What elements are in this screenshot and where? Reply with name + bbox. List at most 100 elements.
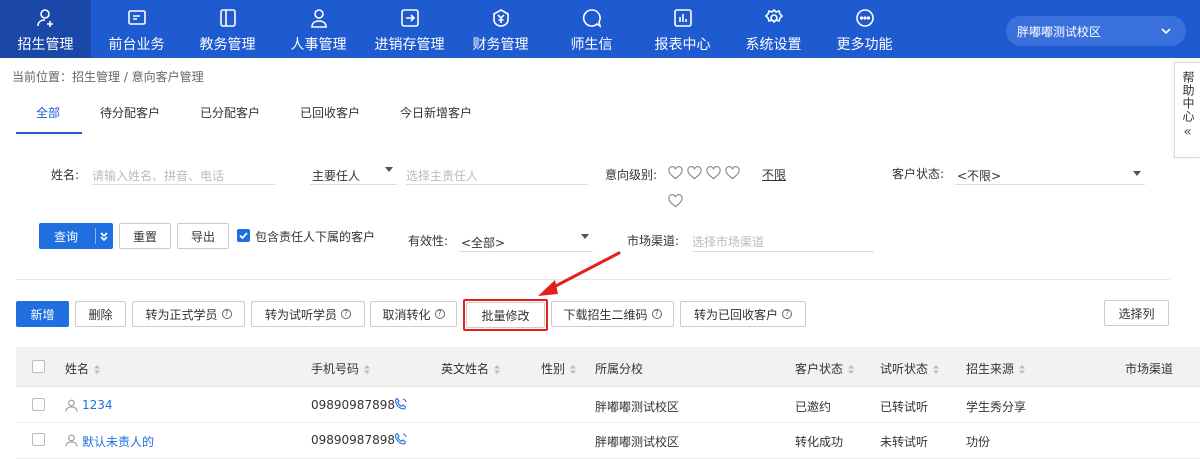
nav-label: 教务管理 <box>199 37 256 53</box>
to-trial-button[interactable]: 转为试听学员 ? <box>251 301 365 327</box>
owner-type-select[interactable]: 主要任人 <box>310 163 397 185</box>
sort-icon <box>848 365 855 374</box>
login-box-icon <box>400 9 419 27</box>
sort-icon <box>94 365 101 374</box>
campus-cell: 胖嘟嘟测试校区 <box>595 400 680 414</box>
sort-icon <box>494 365 501 374</box>
query-label: 查询 <box>54 229 79 244</box>
person-plus-icon <box>36 9 53 27</box>
help-label: 帮助中心 <box>1181 71 1195 123</box>
campus-cell: 胖嘟嘟测试校区 <box>595 435 680 449</box>
nav-item-finance[interactable]: 财务管理 <box>455 0 546 58</box>
table-row[interactable]: 默认未责人的 09890987898 胖嘟嘟测试校区 转化成功 未转试听 功份 <box>16 423 1200 459</box>
customer-status-cell: 已邀约 <box>795 400 832 414</box>
query-button[interactable]: 查询 <box>39 223 113 249</box>
source-cell: 学生秀分享 <box>966 400 1027 414</box>
delete-button[interactable]: 删除 <box>75 301 126 327</box>
nav-label: 师生信 <box>570 37 613 53</box>
trial-status-cell: 已转试听 <box>880 400 929 414</box>
col-customer-status[interactable]: 客户状态 <box>795 360 855 377</box>
nav-item-enrollment[interactable]: 招生管理 <box>0 0 91 58</box>
to-recycled-button[interactable]: 转为已回收客户 ? <box>680 301 806 327</box>
campus-selector[interactable]: 胖嘟嘟测试校区 <box>1006 16 1186 46</box>
more-circle-icon <box>855 9 874 27</box>
col-phone[interactable]: 手机号码 <box>311 360 371 377</box>
nav-label: 招生管理 <box>17 37 74 53</box>
intent-level-rating[interactable] <box>668 166 740 180</box>
heart-icon[interactable] <box>725 166 740 180</box>
sort-icon <box>364 365 371 374</box>
heart-icon[interactable] <box>668 166 683 180</box>
sort-icon <box>570 365 577 374</box>
add-button[interactable]: 新增 <box>16 301 69 327</box>
book-icon <box>219 9 236 27</box>
nav-label: 前台业务 <box>108 37 165 53</box>
help-center-tab[interactable]: 帮助中心 « <box>1174 62 1200 158</box>
phone-call-icon[interactable] <box>394 397 408 411</box>
channel-label: 市场渠道: <box>627 234 680 248</box>
col-trial-status[interactable]: 试听状态 <box>880 360 940 377</box>
customer-status-select[interactable]: <不限> <box>955 163 1145 185</box>
row-checkbox[interactable] <box>32 398 45 411</box>
download-qr-button[interactable]: 下载招生二维码 ? <box>551 301 674 327</box>
name-label: 姓名: <box>51 168 80 182</box>
nav-item-academic[interactable]: 教务管理 <box>182 0 273 58</box>
customer-tabs: 全部 待分配客户 已分配客户 已回收客户 今日新增客户 <box>16 98 492 134</box>
to-formal-label: 转为正式学员 <box>145 307 218 322</box>
nav-item-more[interactable]: 更多功能 <box>819 0 910 58</box>
help-question-icon: ? <box>341 309 351 319</box>
select-columns-button[interactable]: 选择列 <box>1104 300 1169 326</box>
tab-all[interactable]: 全部 <box>16 98 82 134</box>
validity-select[interactable]: <全部> <box>459 230 593 252</box>
col-en-name[interactable]: 英文姓名 <box>441 360 501 377</box>
col-gender[interactable]: 性别 <box>541 360 577 377</box>
person-icon <box>65 399 78 412</box>
reset-button[interactable]: 重置 <box>119 223 171 249</box>
dropdown-arrow-icon <box>581 234 589 239</box>
nav-item-reports[interactable]: 报表中心 <box>637 0 728 58</box>
phone-call-icon[interactable] <box>394 432 408 446</box>
heart-icon[interactable] <box>687 166 702 180</box>
col-campus: 所属分校 <box>595 362 644 376</box>
col-name[interactable]: 姓名 <box>65 360 101 377</box>
customer-status-value: <不限> <box>957 169 1002 183</box>
level-unlimited-link[interactable]: 不限 <box>762 166 786 183</box>
tab-today-new[interactable]: 今日新增客户 <box>382 98 492 134</box>
include-sub-checkbox[interactable] <box>237 229 250 242</box>
col-source[interactable]: 招生来源 <box>966 360 1026 377</box>
select-all-checkbox[interactable] <box>32 360 45 373</box>
cancel-convert-button[interactable]: 取消转化 ? <box>370 301 457 327</box>
download-qr-label: 下载招生二维码 <box>563 307 648 322</box>
table-row[interactable]: 1234 09890987898 胖嘟嘟测试校区 已邀约 已转试听 学生秀分享 <box>16 387 1200 423</box>
chevron-down-icon <box>1161 28 1171 35</box>
col-channel: 市场渠道 <box>1125 362 1174 376</box>
help-question-icon: ? <box>434 309 445 319</box>
row-checkbox[interactable] <box>32 433 45 446</box>
batch-edit-button[interactable]: 批量修改 <box>466 302 545 328</box>
nav-item-messages[interactable]: 师生信 <box>546 0 637 58</box>
trial-status-cell: 未转试听 <box>880 435 929 449</box>
owner-select-value: 主要任人 <box>312 169 361 183</box>
name-search-input[interactable]: 请输入姓名、拼音、电话 <box>92 163 275 185</box>
help-question-icon: ? <box>221 309 232 319</box>
tab-pending[interactable]: 待分配客户 <box>82 98 182 134</box>
heart-icon[interactable] <box>706 166 721 180</box>
nav-item-frontdesk[interactable]: 前台业务 <box>91 0 182 58</box>
export-button[interactable]: 导出 <box>177 223 229 249</box>
nav-item-settings[interactable]: 系统设置 <box>728 0 819 58</box>
include-sub-label: 包含责任人下属的客户 <box>255 230 376 244</box>
tab-recycled[interactable]: 已回收客户 <box>282 98 382 134</box>
gear-icon <box>764 8 783 24</box>
channel-input[interactable]: 选择市场渠道 <box>692 230 874 252</box>
to-formal-button[interactable]: 转为正式学员 ? <box>132 301 245 327</box>
owner-input[interactable]: 选择主责任人 <box>406 163 588 185</box>
heart-icon[interactable] <box>668 194 683 208</box>
double-chevron-down-icon[interactable] <box>99 231 109 242</box>
tab-assigned[interactable]: 已分配客户 <box>182 98 282 134</box>
nav-item-inventory[interactable]: 进销存管理 <box>364 0 455 58</box>
customer-name-link[interactable]: 默认未责人的 <box>82 433 154 450</box>
table-header: 姓名 手机号码 英文姓名 性别 所属分校 客户状态 试听状态 招生来源 市场渠道 <box>16 347 1200 387</box>
customer-name-link[interactable]: 1234 <box>82 398 113 412</box>
nav-item-hr[interactable]: 人事管理 <box>273 0 364 58</box>
nav-label: 进销存管理 <box>374 37 445 53</box>
